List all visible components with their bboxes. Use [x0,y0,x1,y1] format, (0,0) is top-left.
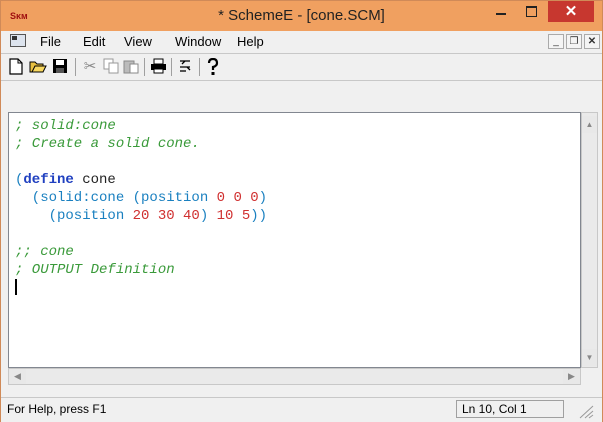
scroll-right-icon[interactable]: ▶ [563,369,580,384]
code-token: ;; cone [15,244,74,260]
code-token: ) [258,190,268,206]
close-icon: ✕ [564,3,578,20]
code-line[interactable]: (position 20 30 40) 10 5)) [15,207,267,225]
toolbar: ✂ [1,53,602,81]
maximize-icon [526,6,537,17]
menu-help[interactable]: Help [237,34,264,49]
new-file-icon[interactable] [7,58,25,76]
status-bar: For Help, press F1 Ln 10, Col 1 [1,397,602,422]
code-line[interactable]: (define cone [15,171,267,189]
cursor-position: Ln 10, Col 1 [456,400,564,418]
resize-grip-icon[interactable] [574,401,594,419]
code-line[interactable] [15,153,267,171]
code-token: 0 0 0 [216,190,259,206]
close-button[interactable]: ✕ [548,1,594,22]
toolbar-separator [75,58,76,76]
menu-view[interactable]: View [124,34,152,49]
toolbar-separator [171,58,172,76]
application-window: Sᴋᴍ * SchemeE - [cone.SCM] ✕ File Edit V… [0,0,603,422]
code-token: (position [15,208,133,224]
scroll-down-icon[interactable]: ▼ [582,349,597,366]
doc-minimize-button[interactable]: _ [548,34,564,49]
code-token: ; OUTPUT Definition [15,262,175,278]
maximize-button[interactable] [517,1,547,23]
code-token: )) [250,208,268,224]
menu-window[interactable]: Window [175,34,221,49]
code-token: ) [199,208,217,224]
paste-icon[interactable] [122,58,140,76]
code-token: ; Create a solid cone. [15,136,200,152]
scrollbar-corner [581,368,598,385]
status-help-text: For Help, press F1 [7,402,107,416]
horizontal-scrollbar[interactable]: ◀ ▶ [8,368,581,385]
open-folder-icon[interactable] [29,58,47,76]
code-line[interactable]: ; OUTPUT Definition [15,261,267,279]
code-line[interactable] [15,225,267,243]
code-line[interactable]: ; Create a solid cone. [15,135,267,153]
save-icon[interactable] [51,58,69,76]
code-token: define [23,172,74,188]
document-system-menu-icon[interactable] [10,34,26,47]
cut-icon[interactable]: ✂ [81,58,99,76]
code-token: ; solid:cone [15,118,116,134]
code-editor[interactable]: ; solid:cone ; Create a solid cone. (defin… [8,112,581,368]
minimize-button[interactable] [486,1,516,23]
copy-icon[interactable] [102,58,120,76]
code-token: 10 5 [216,208,251,224]
code-line[interactable] [15,279,267,297]
menu-edit[interactable]: Edit [83,34,105,49]
code-token: 20 30 40 [132,208,200,224]
toolbar-separator [199,58,200,76]
menu-file[interactable]: File [40,34,61,49]
code-line[interactable]: ; solid:cone [15,117,267,135]
scroll-up-icon[interactable]: ▲ [582,116,597,133]
print-icon[interactable] [149,58,167,76]
code-token: (solid:cone (position [15,190,217,206]
code-token: cone [73,172,116,188]
doc-restore-button[interactable]: ❐ [566,34,582,49]
scroll-left-icon[interactable]: ◀ [9,369,26,384]
code-text[interactable]: ; solid:cone ; Create a solid cone. (defin… [15,117,267,297]
code-line[interactable]: (solid:cone (position 0 0 0) [15,189,267,207]
indent-icon[interactable] [177,58,195,76]
minimize-icon [496,13,506,15]
code-line[interactable]: ;; cone [15,243,267,261]
doc-close-button[interactable]: ✕ [584,34,600,49]
toolbar-separator [144,58,145,76]
help-icon[interactable] [204,57,222,76]
text-caret [15,279,17,296]
title-bar[interactable]: Sᴋᴍ * SchemeE - [cone.SCM] ✕ [1,1,602,31]
vertical-scrollbar[interactable]: ▲ ▼ [581,112,598,368]
menu-bar: File Edit View Window Help _ ❐ ✕ [1,31,602,52]
